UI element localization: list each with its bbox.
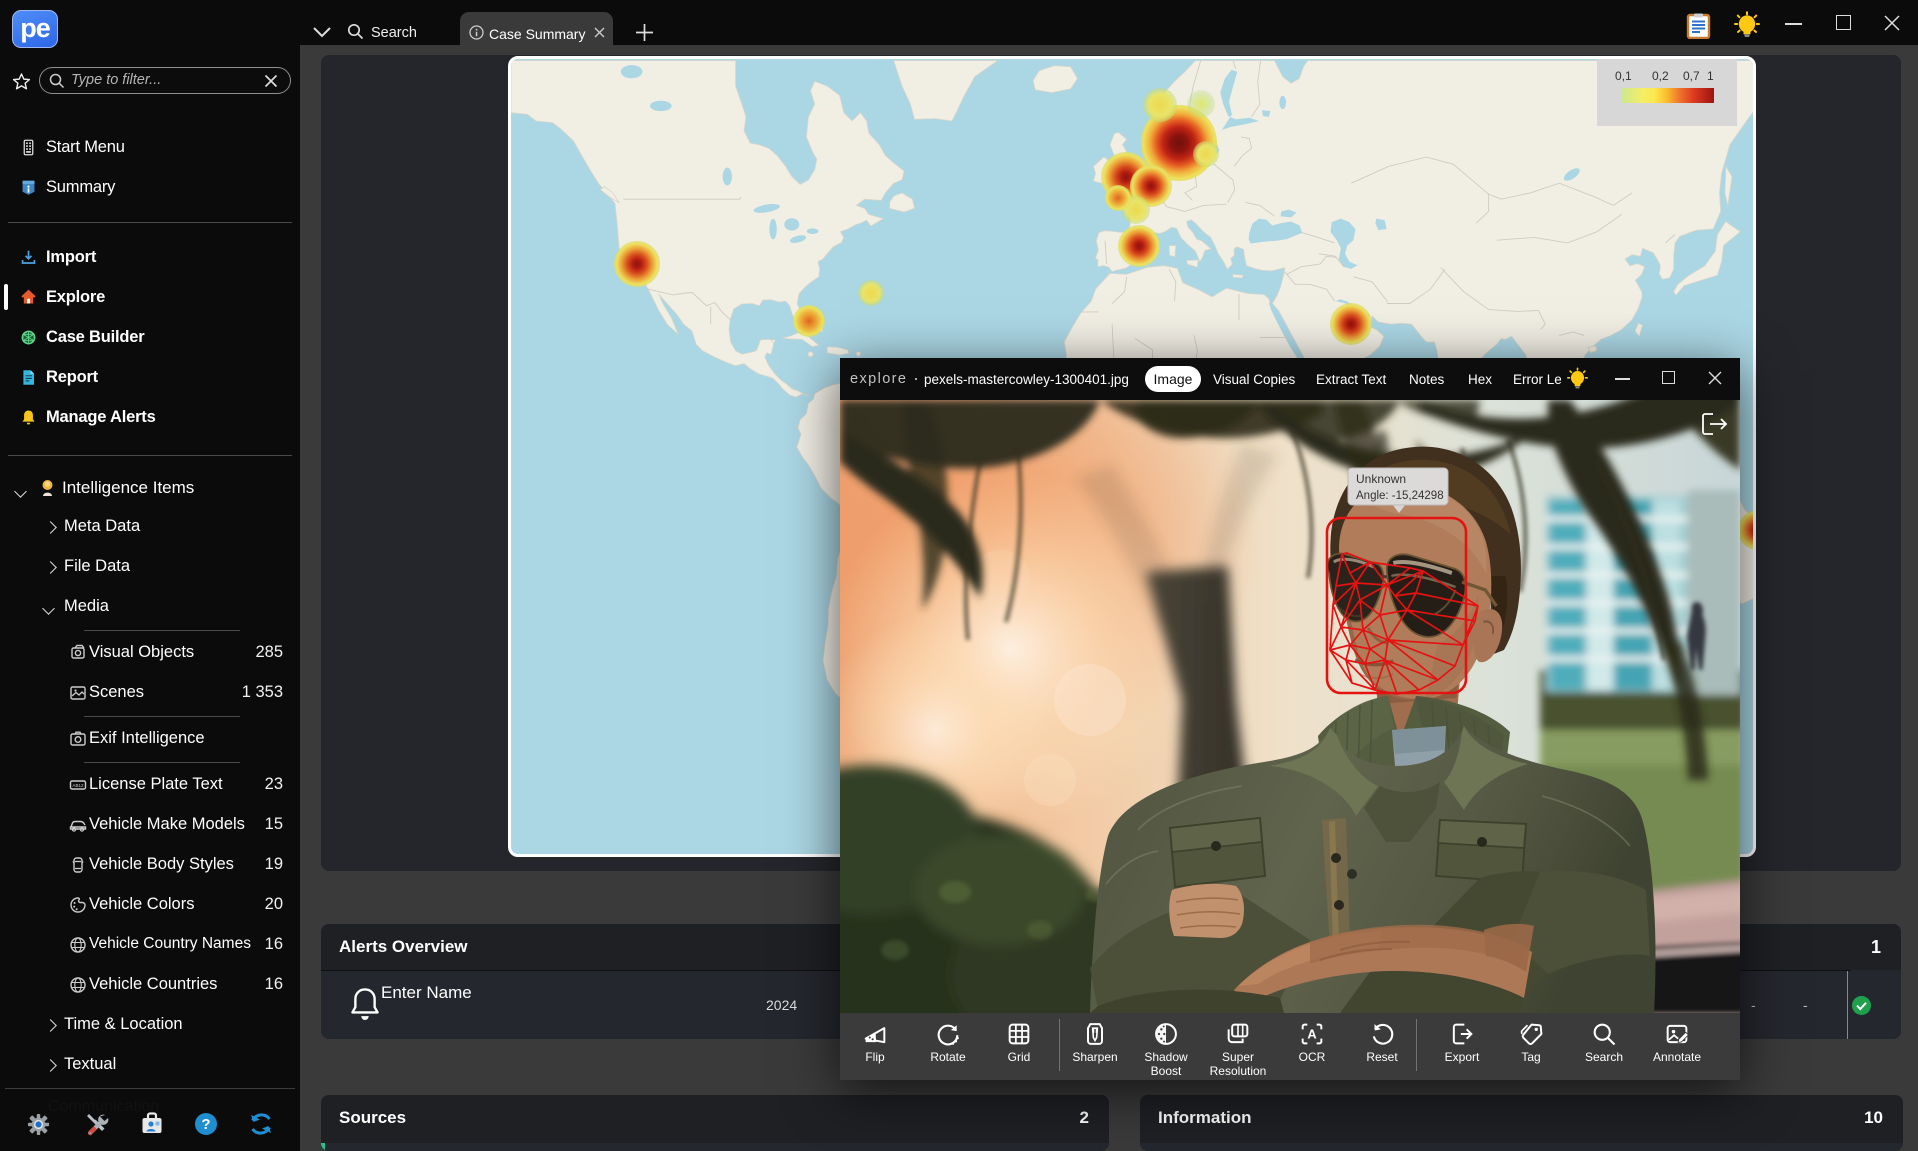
svg-text:?: ? (201, 1116, 210, 1133)
svg-text:AB12: AB12 (72, 783, 84, 788)
svg-text:Angle: -15,24298: Angle: -15,24298 (1356, 490, 1444, 502)
svg-text:Unknown: Unknown (1356, 472, 1406, 486)
svg-text:A: A (1307, 1027, 1316, 1042)
